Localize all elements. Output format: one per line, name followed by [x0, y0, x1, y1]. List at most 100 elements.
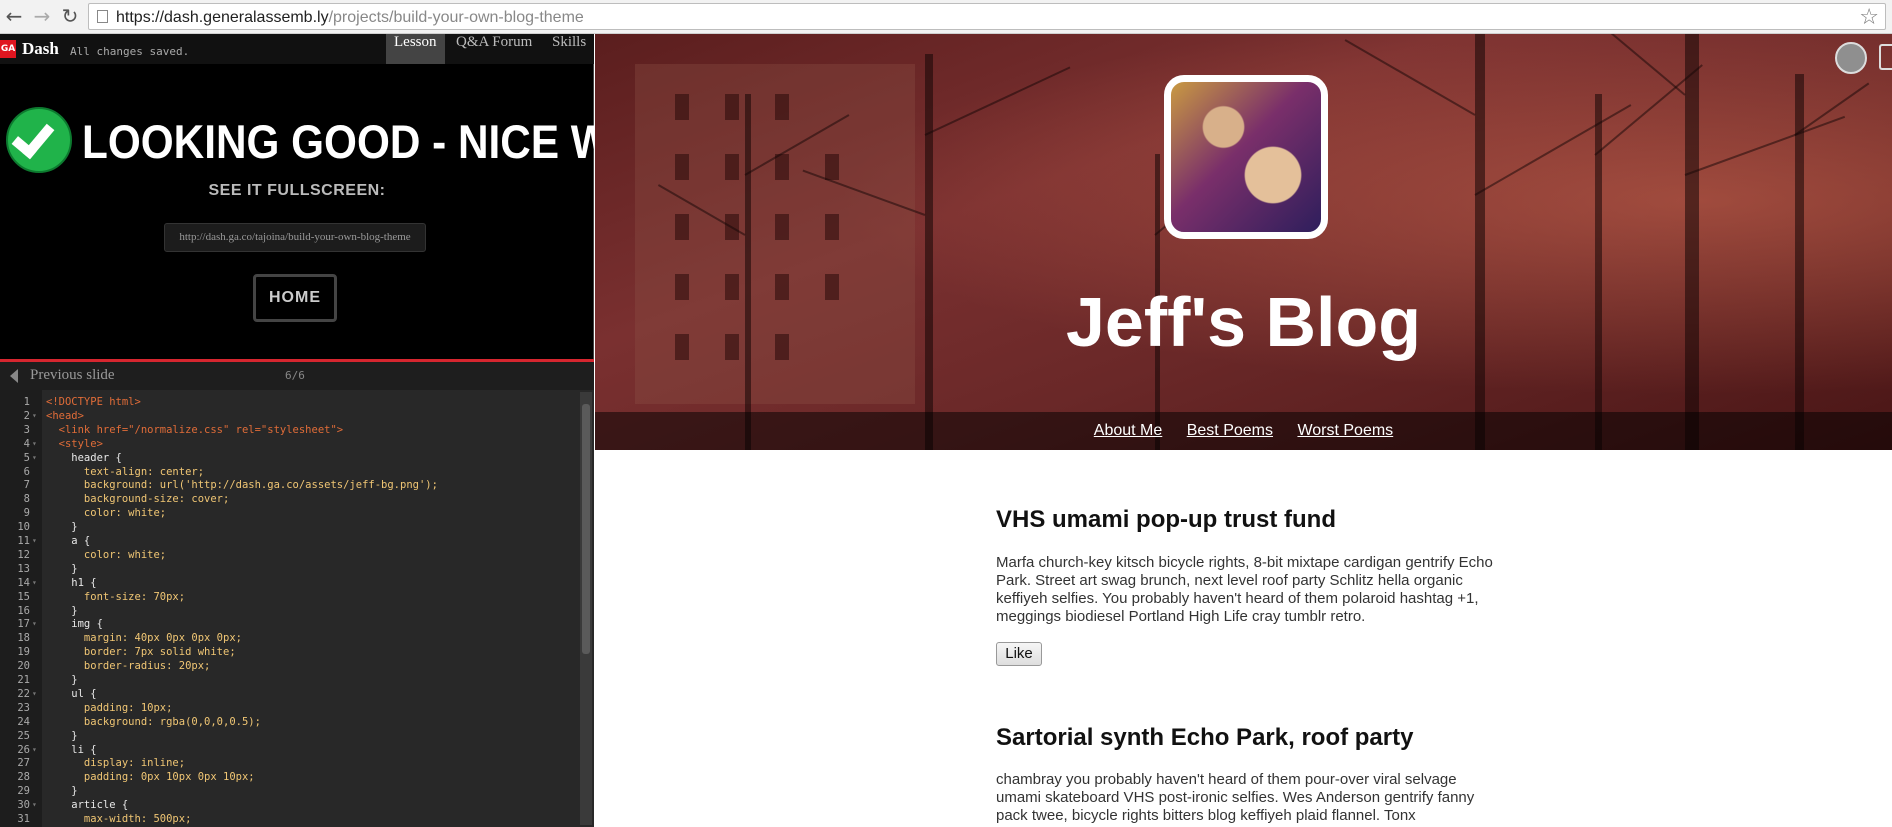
- line-number: 18: [17, 632, 30, 645]
- line-number: 13: [17, 562, 30, 575]
- code-line[interactable]: 30 ▾ article {: [0, 798, 580, 812]
- tree-branch: [1474, 104, 1632, 196]
- code-line[interactable]: 14 ▾ h1 {: [0, 576, 580, 590]
- code-line[interactable]: 4 ▾ <style>: [0, 437, 580, 451]
- tree-trunk: [1685, 34, 1699, 450]
- fold-arrow-icon[interactable]: ▾: [32, 451, 37, 465]
- code-text: margin: 40px 0px 0px 0px;: [46, 632, 242, 645]
- fold-arrow-icon[interactable]: ▾: [32, 617, 37, 631]
- tab-lesson[interactable]: Lesson: [386, 34, 445, 64]
- scroll-thumb[interactable]: [582, 404, 590, 654]
- nav-link-about-me[interactable]: About Me: [1084, 412, 1172, 450]
- code-text: color: white;: [46, 507, 167, 520]
- code-line[interactable]: 15 font-size: 70px;: [0, 590, 580, 604]
- device-icon[interactable]: [1879, 44, 1892, 70]
- fold-arrow-icon[interactable]: ▾: [32, 576, 37, 590]
- home-button[interactable]: HOME: [253, 274, 337, 322]
- nav-link-best-poems[interactable]: Best Poems: [1177, 412, 1283, 450]
- code-line[interactable]: 13 }: [0, 562, 580, 576]
- code-line[interactable]: 11 ▾ a {: [0, 534, 580, 548]
- previous-arrow-icon[interactable]: [10, 369, 18, 383]
- post-body: chambray you probably haven't heard of t…: [996, 771, 1475, 824]
- code-text: max-width: 500px;: [46, 813, 192, 825]
- code-line[interactable]: 28 padding: 0px 10px 0px 10px;: [0, 770, 580, 784]
- code-line[interactable]: 23 padding: 10px;: [0, 701, 580, 715]
- fold-arrow-icon[interactable]: ▾: [32, 534, 37, 548]
- code-text: }: [46, 785, 78, 798]
- code-text: }: [46, 674, 78, 686]
- dash-top-bar: GA Dash All changes saved. Lesson Q&A Fo…: [0, 34, 594, 64]
- line-number: 8: [23, 493, 30, 506]
- url-text[interactable]: https://dash.generalassemb.ly/projects/b…: [116, 9, 584, 27]
- code-line[interactable]: 21 }: [0, 673, 580, 687]
- code-line[interactable]: 16 }: [0, 604, 580, 618]
- code-editor[interactable]: 1 <!DOCTYPE html> 2 ▾ <head> 3 <link href="/n…: [0, 390, 594, 827]
- circle-toggle-icon[interactable]: [1835, 42, 1867, 74]
- building-window: [775, 94, 789, 120]
- save-status: All changes saved.: [70, 45, 190, 58]
- address-bar[interactable]: https://dash.generalassemb.ly/projects/b…: [88, 3, 1886, 30]
- slide-counter: 6/6: [285, 369, 305, 382]
- forward-icon[interactable]: →: [30, 4, 54, 28]
- editor-scrollbar[interactable]: [580, 392, 592, 825]
- line-number: 4: [23, 437, 30, 450]
- code-line[interactable]: 26 ▾ li {: [0, 743, 580, 757]
- line-number: 1: [23, 396, 30, 408]
- post-title: Sartorial synth Echo Park, roof party: [996, 724, 1414, 751]
- code-line[interactable]: 25 }: [0, 729, 580, 743]
- line-number: 19: [17, 646, 30, 659]
- code-text: padding: 10px;: [46, 701, 173, 714]
- code-line[interactable]: 22 ▾ ul {: [0, 687, 580, 701]
- code-line[interactable]: 7 background: url('http://dash.ga.co/ass…: [0, 478, 580, 492]
- fold-arrow-icon[interactable]: ▾: [32, 743, 37, 757]
- line-number: 29: [17, 785, 30, 798]
- code-line[interactable]: 27 display: inline;: [0, 756, 580, 770]
- ga-logo: GA: [0, 40, 16, 58]
- code-line[interactable]: 2 ▾ <head>: [0, 409, 580, 423]
- tree-branch: [1684, 115, 1846, 176]
- tab-qa-forum[interactable]: Q&A Forum: [448, 34, 540, 64]
- fold-arrow-icon[interactable]: ▾: [32, 409, 37, 423]
- code-line[interactable]: 20 border-radius: 20px;: [0, 659, 580, 673]
- code-text: border: 7px solid white;: [46, 646, 236, 659]
- nav-link-worst-poems[interactable]: Worst Poems: [1287, 412, 1403, 450]
- code-line[interactable]: 6 text-align: center;: [0, 465, 580, 479]
- fullscreen-url-field[interactable]: http://dash.ga.co/tajoina/build-your-own…: [164, 223, 426, 252]
- reload-icon[interactable]: ↻: [58, 4, 82, 28]
- back-icon[interactable]: ←: [2, 4, 26, 28]
- building-window: [825, 154, 839, 180]
- code-line[interactable]: 12 color: white;: [0, 548, 580, 562]
- fold-arrow-icon[interactable]: ▾: [32, 687, 37, 701]
- tab-skills[interactable]: Skills: [544, 34, 594, 64]
- line-number: 6: [23, 465, 30, 478]
- code-text: }: [46, 729, 78, 742]
- code-line[interactable]: 3 <link href="/normalize.css" rel="style…: [0, 423, 580, 437]
- code-text: a {: [46, 535, 91, 547]
- fold-arrow-icon[interactable]: ▾: [32, 437, 37, 451]
- fold-arrow-icon[interactable]: ▾: [32, 798, 37, 812]
- like-button[interactable]: Like: [996, 642, 1042, 666]
- code-line[interactable]: 24 background: rgba(0,0,0,0.5);: [0, 715, 580, 729]
- code-line[interactable]: 29 }: [0, 784, 580, 798]
- tree-trunk: [925, 54, 933, 450]
- code-line[interactable]: 10 }: [0, 520, 580, 534]
- bookmark-star-icon[interactable]: ☆: [1859, 5, 1879, 30]
- previous-slide-link[interactable]: Previous slide: [30, 367, 115, 384]
- tree-branch: [1561, 34, 1686, 96]
- code-line[interactable]: 9 color: white;: [0, 506, 580, 520]
- code-text: img {: [46, 618, 103, 631]
- code-text: font-size: 70px;: [46, 590, 186, 603]
- code-line[interactable]: 1 <!DOCTYPE html>: [0, 395, 580, 409]
- tree-trunk: [745, 94, 751, 450]
- code-text: li {: [46, 743, 97, 756]
- code-line[interactable]: 5 ▾ header {: [0, 451, 580, 465]
- post-body: Marfa church-key kitsch bicycle rights, …: [996, 554, 1493, 625]
- code-line[interactable]: 18 margin: 40px 0px 0px 0px;: [0, 631, 580, 645]
- post-title: VHS umami pop-up trust fund: [996, 506, 1336, 533]
- code-line[interactable]: 31 max-width: 500px;: [0, 812, 580, 826]
- avatar: [1164, 75, 1328, 239]
- code-line[interactable]: 19 border: 7px solid white;: [0, 645, 580, 659]
- code-line[interactable]: 8 background-size: cover;: [0, 492, 580, 506]
- url-host: https://dash.generalassemb.ly: [116, 9, 329, 26]
- code-line[interactable]: 17 ▾ img {: [0, 617, 580, 631]
